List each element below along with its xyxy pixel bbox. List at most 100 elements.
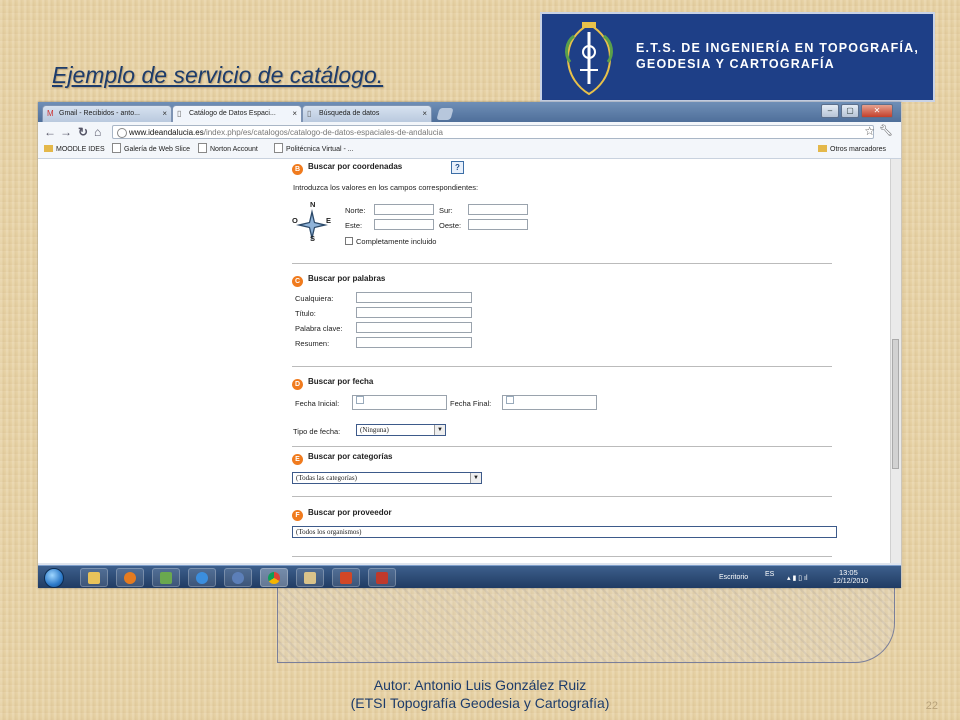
- taskbar-app-9[interactable]: [368, 568, 396, 587]
- system-tray: Escritorio ES ▴ ▮ ▯ ıl 13:05 12/12/2010: [715, 566, 895, 588]
- sur-label: Sur:: [439, 206, 453, 215]
- tab-label: Búsqueda de datos: [319, 110, 380, 117]
- maximize-button[interactable]: ▢: [841, 104, 859, 118]
- taskbar-app-7[interactable]: [296, 568, 324, 587]
- taskbar-explorer[interactable]: [80, 568, 108, 587]
- section-date-title: D Buscar por fecha: [292, 377, 373, 390]
- forward-icon[interactable]: →: [60, 125, 72, 139]
- tipo-fecha-label: Tipo de fecha:: [293, 427, 341, 436]
- folder-icon: [818, 145, 827, 152]
- url-path: /index.php/es/catalogos/catalogo-de-dato…: [203, 128, 443, 137]
- bookmark-norton[interactable]: Norton Account: [198, 142, 258, 158]
- home-icon[interactable]: ⌂: [94, 125, 101, 139]
- school-logo: E.T.S. DE INGENIERÍA EN TOPOGRAFÍA, GEOD…: [540, 12, 935, 102]
- bookmark-web-slice[interactable]: Galería de Web Slice: [112, 142, 190, 158]
- scrollbar-thumb[interactable]: [892, 339, 899, 469]
- taskbar-chrome[interactable]: [260, 568, 288, 587]
- tab-busqueda[interactable]: ▯ Búsqueda de datos ×: [302, 105, 432, 122]
- left-pane: [38, 159, 278, 563]
- url-host: www.ideandalucia.es: [129, 128, 204, 137]
- page-icon: ▯: [177, 109, 182, 118]
- catalog-search-form: B Buscar por coordenadas ? Introduzca los…: [292, 159, 837, 563]
- chrome-icon: [268, 572, 280, 584]
- oeste-label: Oeste:: [439, 221, 462, 230]
- clock-time[interactable]: 13:05: [839, 568, 858, 577]
- bookmarks-bar: MOODLE IDES Galería de Web Slice Norton …: [38, 142, 901, 159]
- close-tab-icon[interactable]: ×: [162, 109, 167, 118]
- slide-footer: Autor: Antonio Luis González Ruiz (ETSI …: [0, 676, 960, 712]
- section-badge: F: [292, 510, 303, 521]
- cualquiera-label: Cualquiera:: [295, 294, 334, 303]
- new-tab-button[interactable]: [436, 108, 454, 120]
- fecha-inicial-input[interactable]: [352, 395, 447, 410]
- back-icon[interactable]: ←: [44, 125, 56, 139]
- minimize-button[interactable]: –: [821, 104, 839, 118]
- oeste-input[interactable]: [468, 219, 528, 230]
- folder-icon: [44, 145, 53, 152]
- windows-taskbar: Escritorio ES ▴ ▮ ▯ ıl 13:05 12/12/2010: [38, 565, 901, 588]
- page-icon: ▯: [307, 109, 312, 118]
- reload-icon[interactable]: ↻: [78, 125, 88, 139]
- taskbar-app-5[interactable]: [224, 568, 252, 587]
- categories-select[interactable]: (Todas las categorías) ▼: [292, 472, 482, 484]
- school-name-line1: E.T.S. DE INGENIERÍA EN TOPOGRAFÍA,: [636, 41, 920, 55]
- section-badge: B: [292, 164, 303, 175]
- resumen-input[interactable]: [356, 337, 472, 348]
- sur-input[interactable]: [468, 204, 528, 215]
- wrench-icon[interactable]: 🔧︎: [879, 124, 893, 137]
- tray-icons[interactable]: ▴ ▮ ▯ ıl: [787, 574, 808, 582]
- section-provider-title: F Buscar por proveedor: [292, 508, 392, 521]
- school-crest-icon: [565, 22, 613, 96]
- help-icon[interactable]: ?: [451, 161, 464, 174]
- desktop-label[interactable]: Escritorio: [719, 574, 748, 581]
- tab-catalogo[interactable]: ▯ Catálogo de Datos Espaci... ×: [172, 105, 302, 122]
- bookmark-star-icon[interactable]: ☆: [864, 124, 875, 138]
- address-bar[interactable]: www.ideandalucia.es/index.php/es/catalog…: [112, 125, 874, 139]
- decorative-frame: [277, 586, 895, 663]
- bookmark-other[interactable]: Otros marcadores: [818, 142, 886, 158]
- close-window-button[interactable]: ✕: [861, 104, 893, 118]
- play-icon: [124, 572, 136, 584]
- section-badge: D: [292, 379, 303, 390]
- fecha-final-input[interactable]: [502, 395, 597, 410]
- compass-o: O: [292, 216, 298, 225]
- taskbar-powerpoint[interactable]: [332, 568, 360, 587]
- section-badge: C: [292, 276, 303, 287]
- chevron-down-icon: ▼: [434, 425, 445, 435]
- norte-input[interactable]: [374, 204, 434, 215]
- calendar-icon[interactable]: [356, 396, 364, 404]
- titulo-input[interactable]: [356, 307, 472, 318]
- clock-date[interactable]: 12/12/2010: [833, 578, 868, 585]
- included-label: Completamente incluido: [356, 237, 437, 246]
- este-input[interactable]: [374, 219, 434, 230]
- chart-icon: [376, 572, 388, 584]
- tab-bar: M Gmail - Recibidos - anto... × ▯ Catálo…: [38, 102, 901, 122]
- app-icon: [232, 572, 244, 584]
- palabra-clave-label: Palabra clave:: [295, 324, 343, 333]
- included-checkbox[interactable]: [345, 237, 353, 245]
- page-icon: [112, 143, 121, 153]
- language-indicator[interactable]: ES: [765, 571, 774, 578]
- section-divider: [292, 366, 832, 367]
- section-divider: [292, 496, 832, 497]
- tab-gmail[interactable]: M Gmail - Recibidos - anto... ×: [42, 105, 172, 122]
- compass-e: E: [326, 216, 332, 225]
- section-divider: [292, 263, 832, 264]
- fecha-final-label: Fecha Final:: [450, 399, 492, 408]
- start-button-icon[interactable]: [44, 568, 64, 588]
- close-tab-icon[interactable]: ×: [422, 109, 427, 118]
- provider-select[interactable]: (Todos los organismos): [292, 526, 837, 538]
- cualquiera-input[interactable]: [356, 292, 472, 303]
- tipo-fecha-select[interactable]: (Ninguna) ▼: [356, 424, 446, 436]
- taskbar-media-player[interactable]: [116, 568, 144, 587]
- page-scrollbar[interactable]: [890, 159, 901, 563]
- page-number: 22: [925, 700, 938, 712]
- calendar-icon[interactable]: [506, 396, 514, 404]
- este-label: Este:: [345, 221, 363, 230]
- bookmark-moodle[interactable]: MOODLE IDES: [44, 142, 105, 158]
- taskbar-app-3[interactable]: [152, 568, 180, 587]
- taskbar-internet-explorer[interactable]: [188, 568, 216, 587]
- bookmark-politecnica[interactable]: Politécnica Virtual - ...: [274, 142, 354, 158]
- palabra-clave-input[interactable]: [356, 322, 472, 333]
- close-tab-icon[interactable]: ×: [292, 109, 297, 118]
